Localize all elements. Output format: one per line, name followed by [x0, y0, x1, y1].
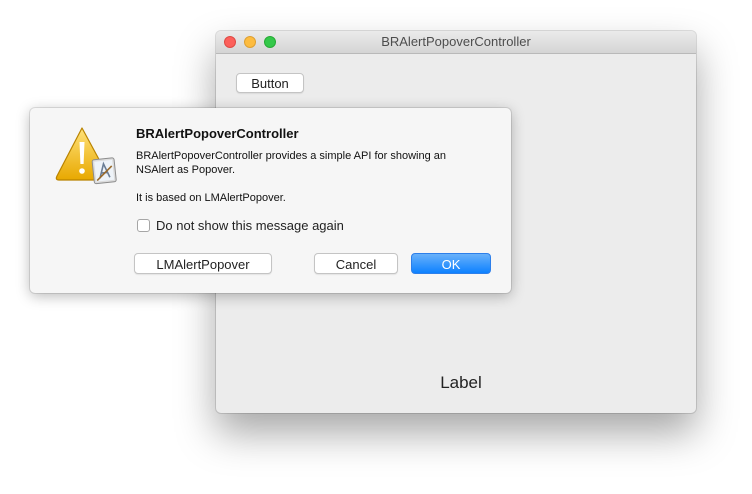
suppression-checkbox[interactable]: [137, 219, 150, 232]
close-window-button[interactable]: [224, 36, 236, 48]
alert-message: BRAlertPopoverController provides a simp…: [136, 150, 446, 176]
caution-warning-icon: [54, 126, 120, 190]
minimize-window-button[interactable]: [244, 36, 256, 48]
suppression-checkbox-label[interactable]: Do not show this message again: [156, 218, 344, 233]
lmalertpopover-button[interactable]: LMAlertPopover: [134, 253, 272, 274]
alert-popover: BRAlertPopoverController BRAlertPopoverC…: [30, 108, 511, 293]
alert-title: BRAlertPopoverController: [136, 126, 299, 141]
cancel-button[interactable]: Cancel: [314, 253, 398, 274]
main-label: Label: [440, 373, 482, 392]
alert-informative-text: It is based on LMAlertPopover.: [136, 192, 286, 204]
show-popover-button[interactable]: Button: [236, 73, 304, 93]
title-bar[interactable]: BRAlertPopoverController: [216, 31, 696, 54]
window-title: BRAlertPopoverController: [381, 34, 531, 49]
zoom-window-button[interactable]: [264, 36, 276, 48]
ok-button[interactable]: OK: [411, 253, 491, 274]
